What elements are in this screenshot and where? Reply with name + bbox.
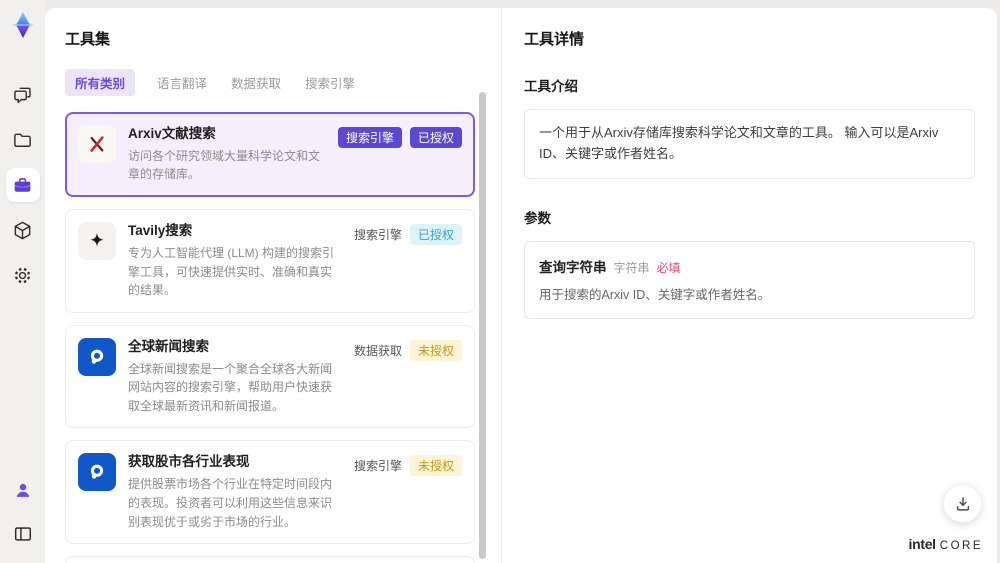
category-badge: 数据获取 xyxy=(353,343,402,358)
tool-list: Arxiv文献搜索 访问各个研究领域大量科学论文和文章的存储库。 搜索引擎 已授… xyxy=(65,112,481,563)
app-window: 工具集 所有类别 语言翻译 数据获取 搜索引擎 Arxiv文献搜索 访问各个研究领域大… xyxy=(0,0,1000,563)
params-heading: 参数 xyxy=(524,210,551,226)
tool-description: 专为人工智能代理 (LLM) 构建的搜索引擎工具，可快速提供实时、准确和真实的结… xyxy=(128,245,335,298)
user-icon[interactable] xyxy=(6,473,40,507)
brand-intel: intel xyxy=(908,536,936,552)
brand-core: core xyxy=(939,540,983,552)
rail-nav xyxy=(5,78,40,292)
rail-bottom xyxy=(6,473,40,551)
param-type: 字符串 xyxy=(613,260,650,275)
param-required-badge: 必填 xyxy=(656,260,681,275)
tab-0[interactable]: 所有类别 xyxy=(65,69,136,96)
tool-list-panel: 工具集 所有类别 语言翻译 数据获取 搜索引擎 Arxiv文献搜索 访问各个研究领域大… xyxy=(45,8,502,563)
cube-icon[interactable] xyxy=(6,213,40,247)
detail-title: 工具详情 xyxy=(524,31,585,48)
blue-e-app-icon xyxy=(78,337,116,376)
tool-card-1[interactable]: Tavily搜索 专为人工智能代理 (LLM) 构建的搜索引擎工具，可快速提供实… xyxy=(65,209,475,313)
category-badge: 搜索引擎 xyxy=(353,228,402,243)
tab-2[interactable]: 数据获取 xyxy=(229,69,283,96)
intro-heading: 工具介绍 xyxy=(524,79,578,94)
intel-core-logo: intel core xyxy=(908,536,983,552)
category-badge: 搜索引擎 xyxy=(353,459,402,474)
auth-status-badge: 未授权 xyxy=(409,339,462,361)
auth-status-badge: 已授权 xyxy=(409,127,462,148)
panel-collapse-icon[interactable] xyxy=(6,517,40,551)
tool-description: 全球新闻搜索是一个聚合全球各大新闻网站内容的搜索引擎，帮助用户快速获取全球最新资… xyxy=(128,361,333,413)
parameter-card: 查询字符串 字符串 必填 用于搜索的Arxiv ID、关键字或作者姓名。 xyxy=(524,240,975,320)
tool-name: 全球新闻搜索 xyxy=(128,338,209,354)
tab-1[interactable]: 语言翻译 xyxy=(155,69,209,96)
auth-status-badge: 已授权 xyxy=(409,224,462,246)
tool-detail-panel: 工具详情 工具介绍 一个用于从Arxiv存储库搜索科学论文和文章的工具。 输入可… xyxy=(502,8,997,563)
tool-name: Arxiv文献搜索 xyxy=(128,126,216,141)
param-description: 用于搜索的Arxiv ID、关键字或作者姓名。 xyxy=(539,287,771,302)
auth-status-badge: 未授权 xyxy=(409,455,462,477)
page-title: 工具集 xyxy=(65,31,111,48)
tool-description: 访问各个研究领域大量科学论文和文章的存储库。 xyxy=(128,148,321,182)
chat-icon[interactable] xyxy=(6,78,40,112)
tool-card-2[interactable]: 全球新闻搜索 全球新闻搜索是一个聚合全球各大新闻网站内容的搜索引擎，帮助用户快速… xyxy=(65,324,475,429)
tab-3[interactable]: 搜索引擎 xyxy=(303,69,357,96)
category-tabs: 所有类别 语言翻译 数据获取 搜索引擎 xyxy=(65,69,481,96)
arxiv-logo-icon xyxy=(78,125,116,163)
download-button[interactable] xyxy=(943,484,982,523)
folder-icon[interactable] xyxy=(6,123,40,157)
tool-description: 提供股票市场各个行业在特定时间段内的表现。投资者可以利用这些信息来识别表现优于或… xyxy=(128,477,333,529)
intro-text: 一个用于从Arxiv存储库搜索科学论文和文章的工具。 输入可以是Arxiv ID… xyxy=(524,109,975,179)
scrollbar[interactable] xyxy=(479,92,486,559)
tool-card-3[interactable]: 获取股市各行业表现 提供股票市场各个行业在特定时间段内的表现。投资者可以利用这些… xyxy=(65,440,475,545)
params-list: 查询字符串 字符串 必填 用于搜索的Arxiv ID、关键字或作者姓名。 xyxy=(524,240,975,320)
category-badge: 搜索引擎 xyxy=(337,127,402,148)
left-rail xyxy=(0,0,45,563)
main-content: 工具集 所有类别 语言翻译 数据获取 搜索引擎 Arxiv文献搜索 访问各个研究领域大… xyxy=(45,8,997,563)
tool-card-0[interactable]: Arxiv文献搜索 访问各个研究领域大量科学论文和文章的存储库。 搜索引擎 已授… xyxy=(65,112,475,198)
param-name: 查询字符串 xyxy=(539,259,607,275)
sparkle-star-icon xyxy=(78,222,116,261)
app-logo-icon xyxy=(8,10,38,40)
briefcase-icon[interactable] xyxy=(5,168,40,202)
tool-name: 获取股市各行业表现 xyxy=(128,454,250,470)
blue-e-app-icon xyxy=(78,453,116,492)
tool-card-4[interactable]: 获取市场最活跃股票信息 提供当天交易量最高的股票列表，投资者可以利用这些信息来识… xyxy=(65,556,475,563)
tool-name: Tavily搜索 xyxy=(128,223,193,239)
gear-icon[interactable] xyxy=(6,258,40,292)
